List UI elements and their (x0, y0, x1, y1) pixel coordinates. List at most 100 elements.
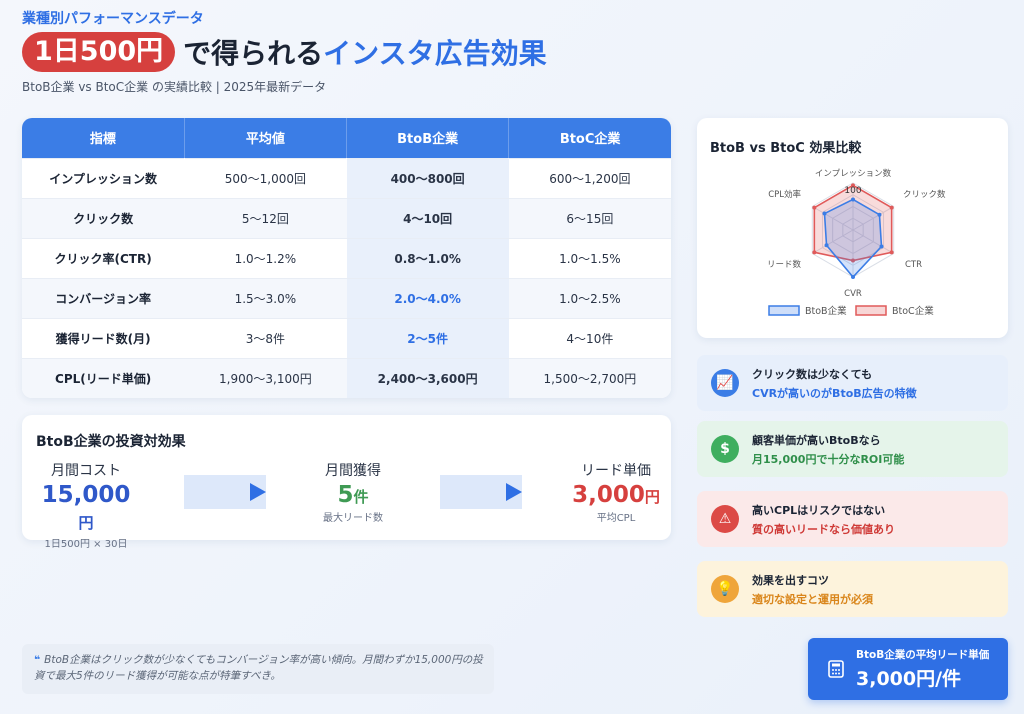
lightbulb-icon: 💡 (711, 575, 739, 603)
btob-cell: 2,400〜3,600円 (346, 357, 509, 398)
avg-cell: 3〜8件 (184, 317, 347, 358)
radar-axis-label: リード数 (767, 259, 802, 270)
metric-number: 3,000 (572, 482, 645, 508)
cost-metric: 月間コスト 15,000 円 1日500円 × 30日 (36, 460, 136, 550)
radar-chart: 100 インプレッション数クリック数 CTR CVR リード数 CPL効率 BtoB企業 Bt… (767, 168, 946, 317)
radar-chart-card: BtoB vs BtoC 効果比較 100 インプレッション数 クリック数 CTR CV… (697, 118, 1008, 338)
avg-cell: 500〜1,000回 (184, 157, 347, 198)
radar-axis-label: インプレッション数 (815, 168, 892, 179)
eyebrow: 業種別パフォーマンスデータ (22, 11, 204, 27)
budget-pill: 1日500円 (22, 32, 176, 72)
arrow-right-icon (506, 483, 522, 501)
metric-unit: 件 (353, 488, 369, 506)
table-row: インプレッション数 500〜1,000回 400〜800回 600〜1,200回 (22, 157, 671, 198)
avg-cell: 1.5〜3.0% (184, 277, 347, 318)
btob-cell: 2.0〜4.0% (346, 277, 509, 318)
tip-line1: 顧客単価が高いBtoBなら (752, 433, 881, 447)
metric-value: 5件 (303, 482, 403, 508)
comparison-table-card: 指標 平均値 BtoB企業 BtoC企業 インプレッション数 500〜1,000… (22, 118, 671, 398)
warning-icon: ⚠ (711, 505, 739, 533)
tip-line1: 高いCPLはリスクではない (752, 503, 886, 517)
metric-value: 3,000円 (566, 482, 666, 508)
metric-number: 15,000 (41, 482, 131, 508)
row-label: コンバージョン率 (22, 277, 185, 318)
average-cpl-button[interactable]: BtoB企業の平均リード単価 3,000円/件 (808, 638, 1008, 700)
radar-point (824, 243, 829, 248)
cta-value: 3,000円/件 (856, 668, 962, 690)
radar-point (812, 250, 817, 255)
btoc-cell: 4〜10件 (508, 317, 671, 358)
metric-note: 最大リード数 (323, 513, 383, 524)
metric-note: 平均CPL (596, 513, 636, 524)
table-row: クリック数 5〜12回 4〜10回 6〜15回 (22, 197, 671, 238)
table-header-row: 指標 平均値 BtoB企業 BtoC企業 (22, 118, 671, 158)
calculator-icon (828, 660, 844, 678)
header: 業種別パフォーマンスデータ 1日500円 で得られる インスタ広告効果 BtoB… (22, 8, 547, 95)
row-label: 獲得リード数(月) (22, 317, 185, 358)
avg-cell: 1,900〜3,100円 (184, 357, 347, 398)
leads-metric: 月間獲得 5件 最大リード数 (303, 460, 403, 524)
cta-label: BtoB企業の平均リード単価 (856, 649, 990, 661)
table-row: CPL(リード単価) 1,900〜3,100円 2,400〜3,600円 1,5… (22, 357, 671, 398)
insight-quote: ❝ BtoB企業はクリック数が少なくてもコンバージョン率が高い傾向。月間わずか15… (22, 644, 494, 694)
roi-title: BtoB企業の投資対効果 (36, 434, 186, 450)
column-header: BtoC企業 (508, 118, 671, 158)
metric-number: 5 (337, 482, 354, 508)
tip-line2: 適切な設定と運用が必須 (752, 592, 873, 606)
tip-card: 💡 効果を出すコツ適切な設定と運用が必須 (697, 561, 1008, 617)
radar-point (812, 205, 817, 210)
legend-swatch (768, 305, 800, 316)
radar-point (889, 250, 894, 255)
radar-tick-label: 100 (844, 186, 861, 196)
radar-axis-label: CVR (844, 289, 862, 299)
table-row: 獲得リード数(月) 3〜8件 2〜5件 4〜10件 (22, 317, 671, 358)
radar-point (851, 275, 855, 279)
row-label: クリック数 (22, 197, 185, 238)
metric-label: 月間獲得 (325, 463, 381, 479)
radar-point (877, 212, 882, 217)
radar-axis-label: CTR (905, 260, 922, 270)
legend-label: BtoB企業 (805, 305, 847, 317)
radar-point (879, 244, 884, 249)
column-header: BtoB企業 (346, 118, 510, 158)
page-title: 1日500円 で得られる インスタ広告効果 (22, 32, 547, 72)
btoc-cell: 1.0〜2.5% (508, 277, 671, 318)
table-row: コンバージョン率 1.5〜3.0% 2.0〜4.0% 1.0〜2.5% (22, 277, 671, 318)
btoc-cell: 6〜15回 (508, 197, 671, 238)
legend-swatch (855, 305, 887, 316)
avg-cell: 1.0〜1.2% (184, 237, 347, 278)
row-label: CPL(リード単価) (22, 357, 185, 398)
btoc-cell: 1.0〜1.5% (508, 237, 671, 278)
metric-value: 15,000 円 (36, 482, 136, 534)
quote-text: BtoB企業はクリック数が少なくてもコンバージョン率が高い傾向。月間わずか15,… (34, 654, 483, 682)
radar-point (889, 205, 894, 210)
avg-cell: 5〜12回 (184, 197, 347, 238)
column-header: 平均値 (184, 118, 348, 158)
table-row: クリック率(CTR) 1.0〜1.2% 0.8〜1.0% 1.0〜1.5% (22, 237, 671, 278)
metric-label: リード単価 (581, 463, 651, 479)
legend-label: BtoC企業 (892, 305, 934, 317)
row-label: クリック率(CTR) (22, 237, 185, 278)
dollar-icon: $ (711, 435, 739, 463)
tip-line2: CVRが高いのがBtoB広告の特徴 (752, 386, 917, 400)
tip-line1: 効果を出すコツ (752, 573, 829, 587)
radar-axis-label: クリック数 (903, 189, 946, 200)
btoc-cell: 600〜1,200回 (508, 157, 671, 198)
metric-unit: 円 (78, 514, 94, 532)
arrow-right-icon (250, 483, 266, 501)
chart-icon: 📈 (711, 369, 739, 397)
metric-unit: 円 (644, 488, 660, 506)
metric-note: 1日500円 × 30日 (44, 539, 128, 550)
cpl-metric: リード単価 3,000円 平均CPL (566, 460, 666, 524)
tip-card: 📈 クリック数は少なくても CVRが高いのがBtoB広告の特徴 (697, 355, 1008, 411)
column-header: 指標 (22, 118, 185, 158)
btob-cell: 2〜5件 (346, 317, 509, 358)
radar-axis-label: CPL効率 (768, 189, 801, 200)
title-highlight: インスタ広告効果 (323, 37, 547, 70)
subtitle: BtoB企業 vs BtoC企業 の実績比較 | 2025年最新データ (22, 80, 327, 94)
btob-cell: 4〜10回 (346, 197, 509, 238)
tip-card: ⚠ 高いCPLはリスクではない 質の高いリードなら価値あり (697, 491, 1008, 547)
btob-cell: 0.8〜1.0% (346, 237, 509, 278)
btob-cell: 400〜800回 (346, 157, 509, 198)
radar-point (822, 211, 827, 216)
